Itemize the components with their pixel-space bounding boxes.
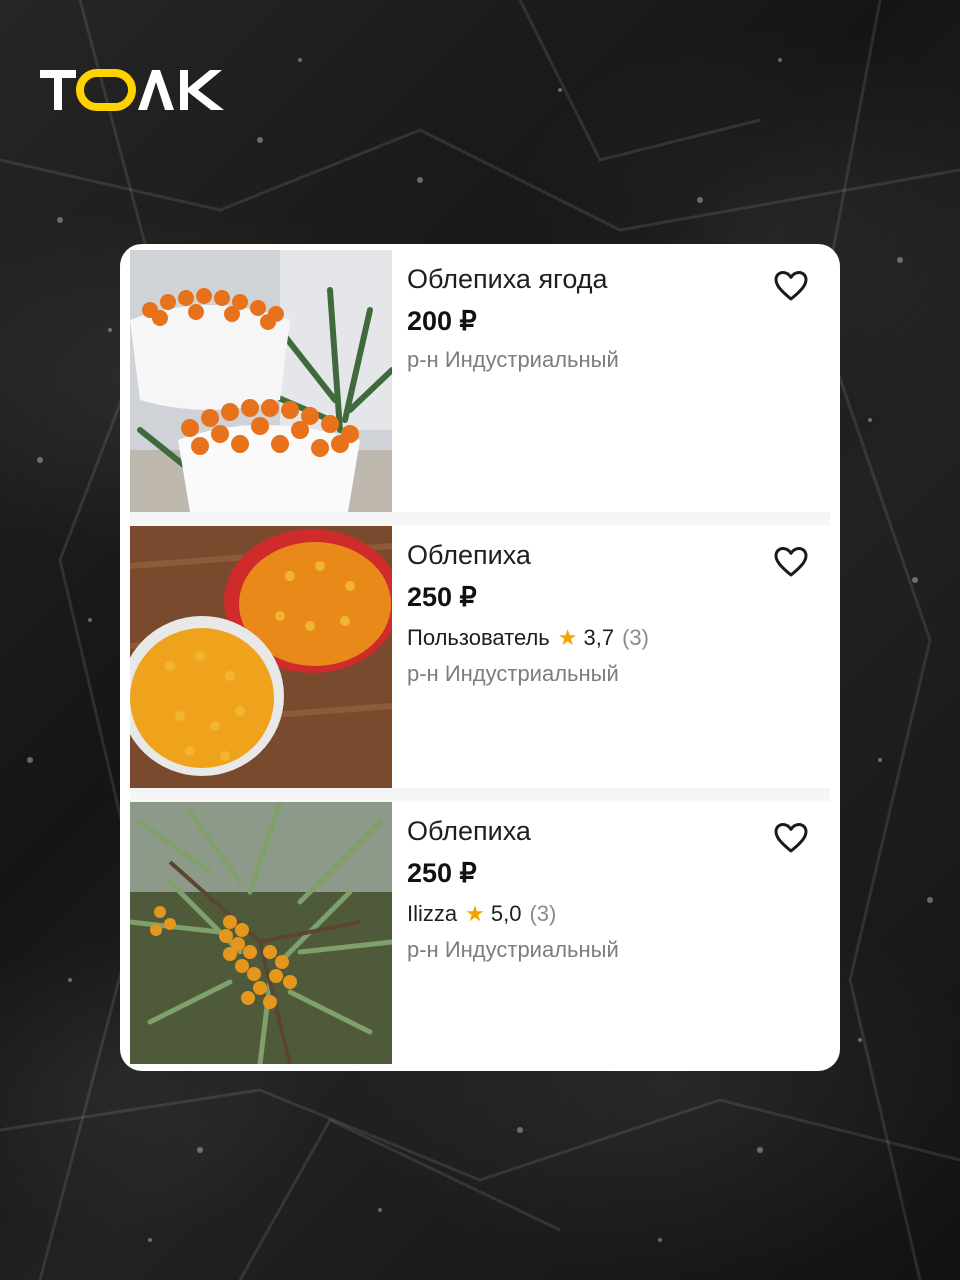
listing-price: 200 ₽ (407, 306, 477, 336)
heart-outline-icon[interactable] (774, 822, 808, 854)
heart-outline-icon[interactable] (774, 270, 808, 302)
listing-district: р-н Индустриальный (407, 661, 619, 686)
review-count: (3) (529, 901, 557, 926)
listing-title[interactable]: Облепиха ягода (407, 262, 830, 296)
listing-district: р-н Индустриальный (407, 347, 619, 372)
seller-name[interactable]: Пользователь (407, 624, 550, 652)
tolk-logo (40, 69, 224, 111)
listings-card: Облепиха ягода 200 ₽ р-н Индустриальный (120, 244, 840, 1071)
seller-info[interactable]: Ilizza ★ 5,0 (3) (407, 900, 830, 928)
listing-title[interactable]: Облепиха (407, 538, 830, 572)
listing-item[interactable]: Облепиха ягода 200 ₽ р-н Индустриальный (130, 250, 830, 512)
divider (130, 788, 830, 802)
seller-rating: 3,7 (583, 625, 615, 650)
star-icon: ★ (557, 625, 578, 650)
listing-item[interactable]: Облепиха 250 ₽ Пользователь ★ 3,7 (3) р-… (130, 526, 830, 788)
listing-price: 250 ₽ (407, 582, 477, 612)
seller-info[interactable]: Пользователь ★ 3,7 (3) (407, 624, 830, 652)
seller-name[interactable]: Ilizza (407, 900, 457, 928)
seller-rating: 5,0 (490, 901, 522, 926)
listing-district: р-н Индустриальный (407, 937, 619, 962)
listing-item[interactable]: Облепиха 250 ₽ Ilizza ★ 5,0 (3) р-н Инду… (130, 802, 830, 1064)
listing-title[interactable]: Облепиха (407, 814, 830, 848)
heart-outline-icon[interactable] (774, 546, 808, 578)
product-photo[interactable] (130, 526, 392, 788)
product-photo[interactable] (130, 802, 392, 1064)
review-count: (3) (622, 625, 649, 650)
listing-price: 250 ₽ (407, 858, 477, 888)
product-photo[interactable] (130, 250, 392, 512)
star-icon: ★ (465, 901, 485, 926)
divider (130, 512, 830, 526)
